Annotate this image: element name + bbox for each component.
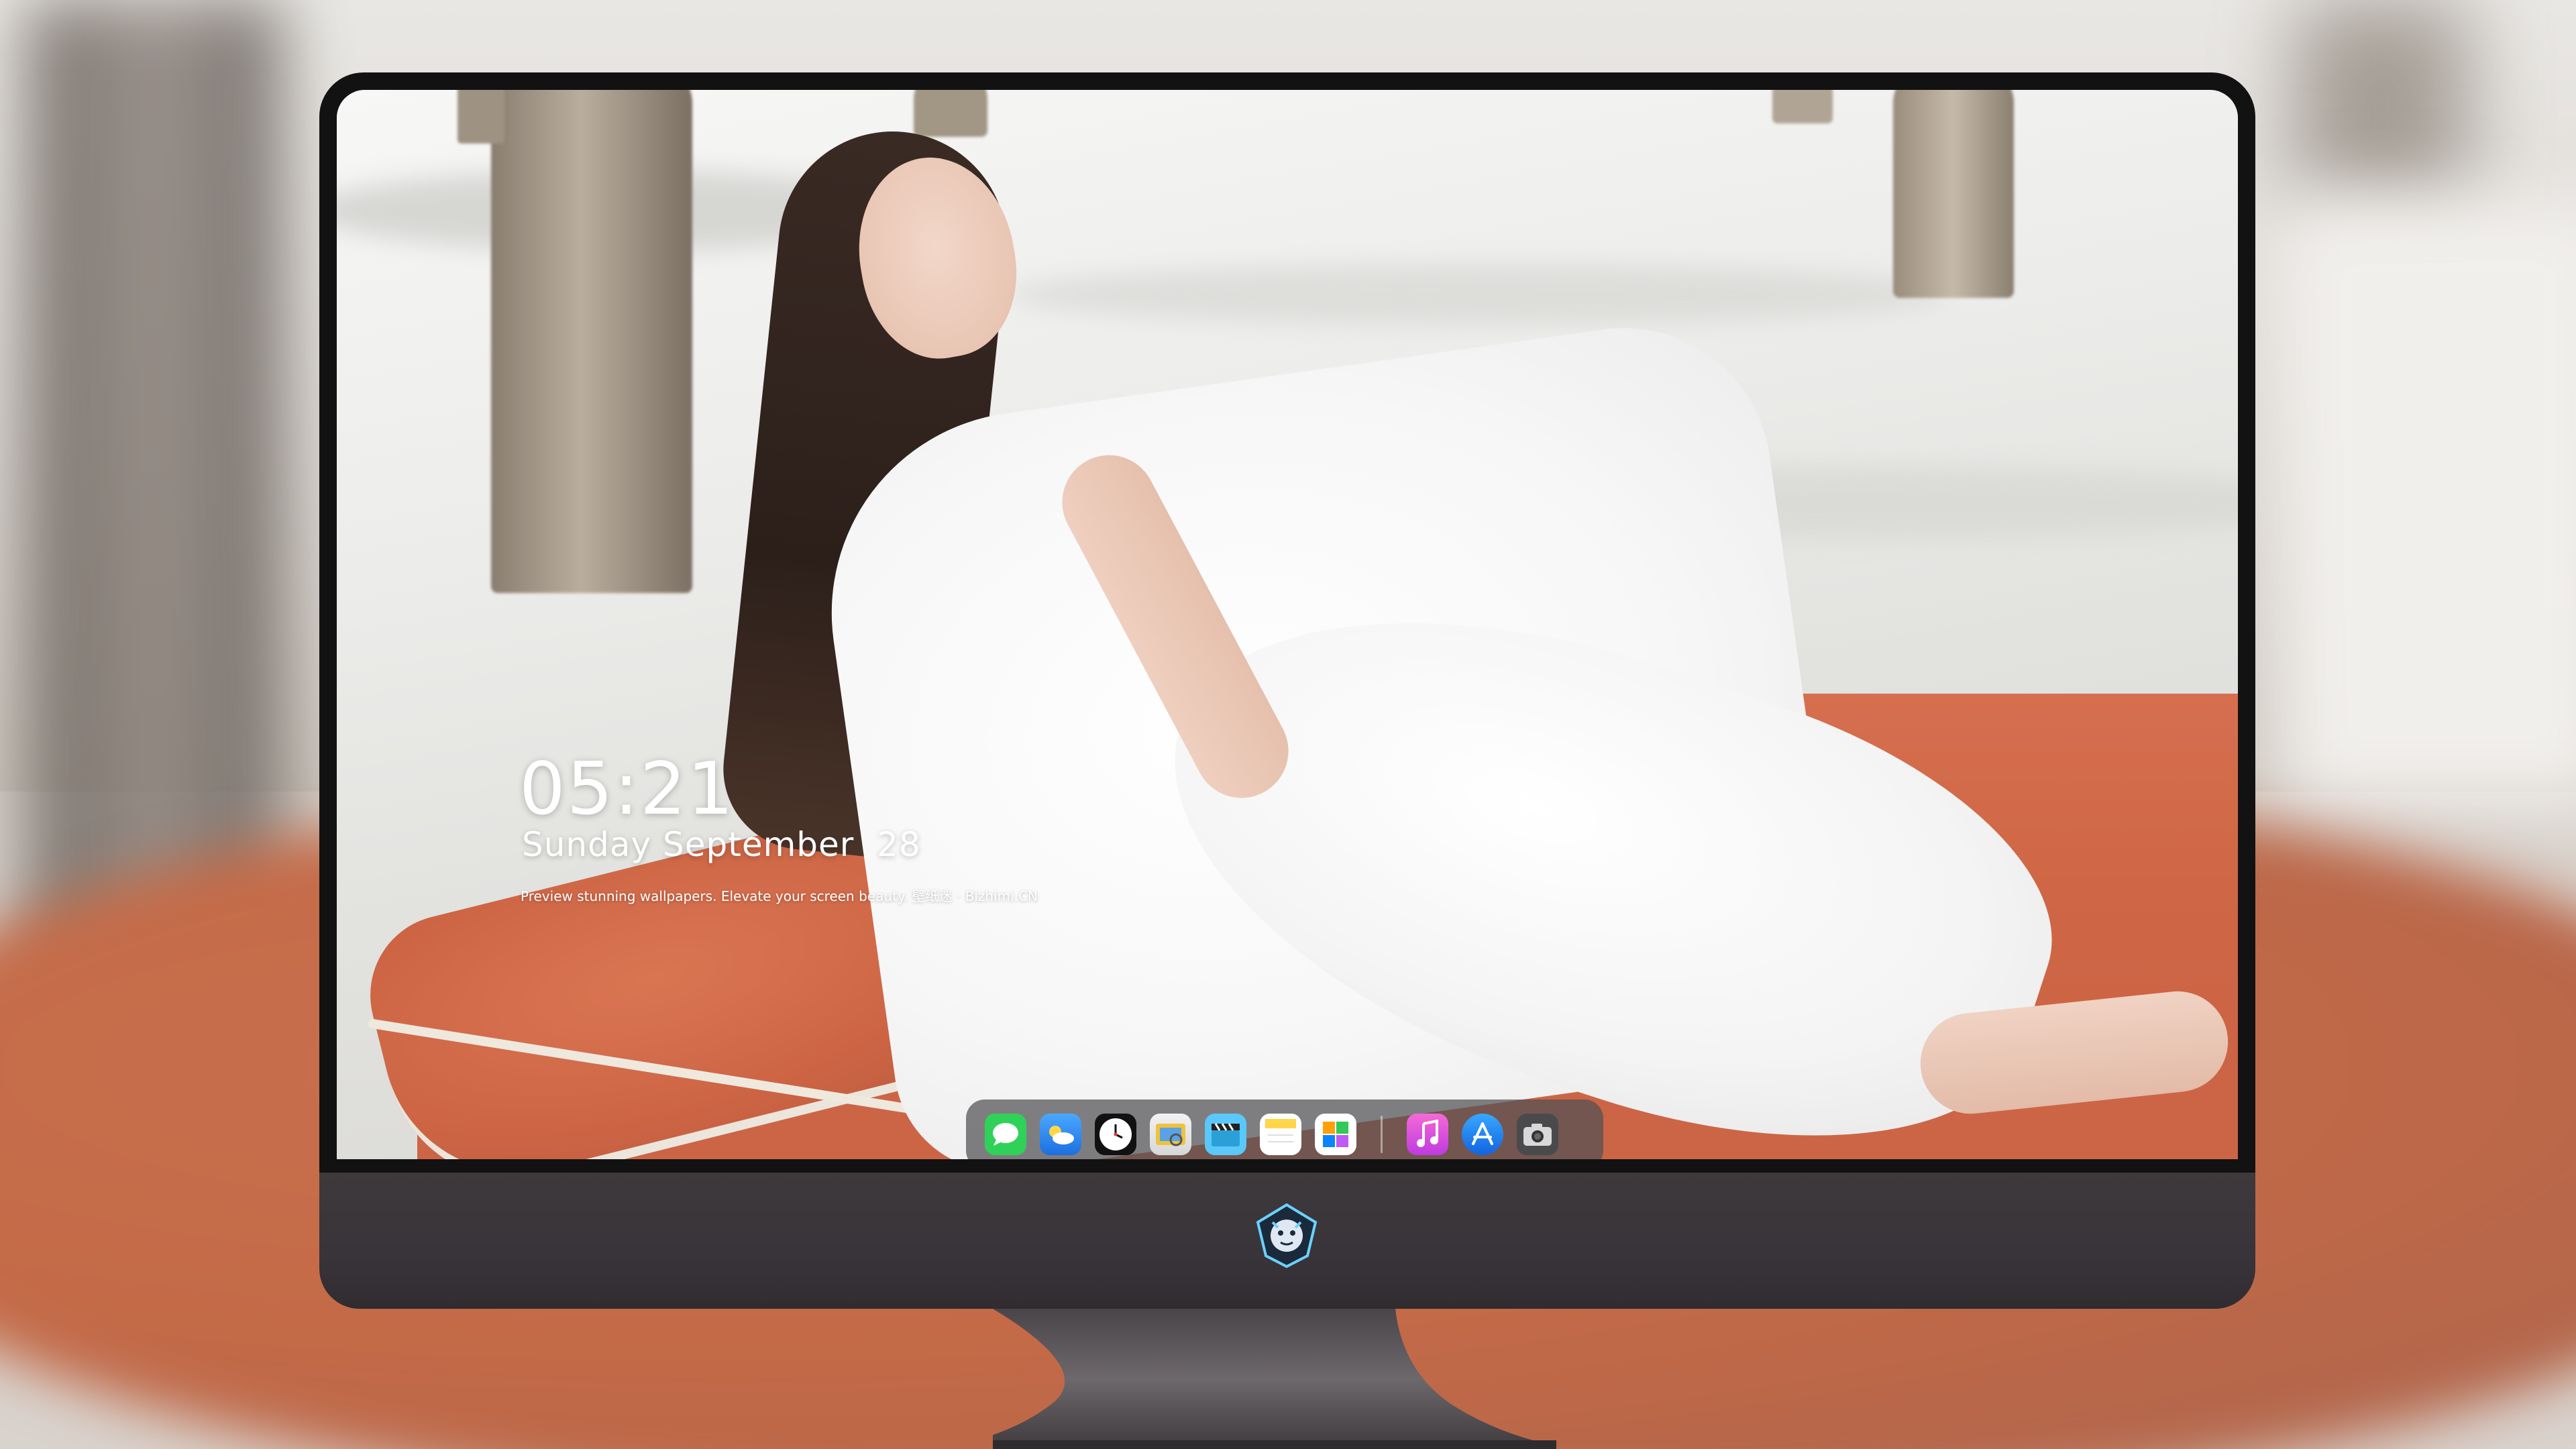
palm-trunk (491, 90, 692, 593)
monitor-screen[interactable]: 05:21 Sunday September 28 Preview stunni… (337, 90, 2238, 1159)
palm-trunk (458, 90, 504, 144)
brand-logo-icon (1254, 1202, 1320, 1269)
palm-trunk (1893, 90, 2014, 298)
dock-separator (1381, 1116, 1383, 1153)
lockscreen-date: Sunday September 28 (522, 825, 921, 864)
wallpaper-shadow (1008, 264, 1947, 325)
palm-trunk (1772, 90, 1833, 123)
camera-icon[interactable] (1517, 1114, 1558, 1155)
monitor-stand (993, 1309, 1556, 1449)
photos-icon[interactable] (1315, 1114, 1356, 1155)
weather-icon[interactable] (1040, 1114, 1081, 1155)
messages-icon[interactable] (985, 1114, 1026, 1155)
background-glow (2281, 201, 2576, 805)
preview-icon[interactable] (1150, 1114, 1191, 1155)
clapper-icon[interactable] (1205, 1114, 1246, 1155)
background-trunk (2294, 0, 2469, 201)
app-store-icon[interactable] (1462, 1114, 1503, 1155)
dock (966, 1099, 1603, 1159)
notes-icon[interactable] (1260, 1114, 1301, 1155)
lockscreen-tagline: Preview stunning wallpapers. Elevate you… (521, 888, 1038, 904)
music-icon[interactable] (1407, 1114, 1448, 1155)
palm-trunk (914, 90, 987, 137)
clock-icon[interactable] (1095, 1114, 1136, 1155)
monitor: 05:21 Sunday September 28 Preview stunni… (319, 72, 2255, 1309)
monitor-bezel: 05:21 Sunday September 28 Preview stunni… (319, 72, 2255, 1173)
lockscreen-time: 05:21 (519, 747, 735, 831)
